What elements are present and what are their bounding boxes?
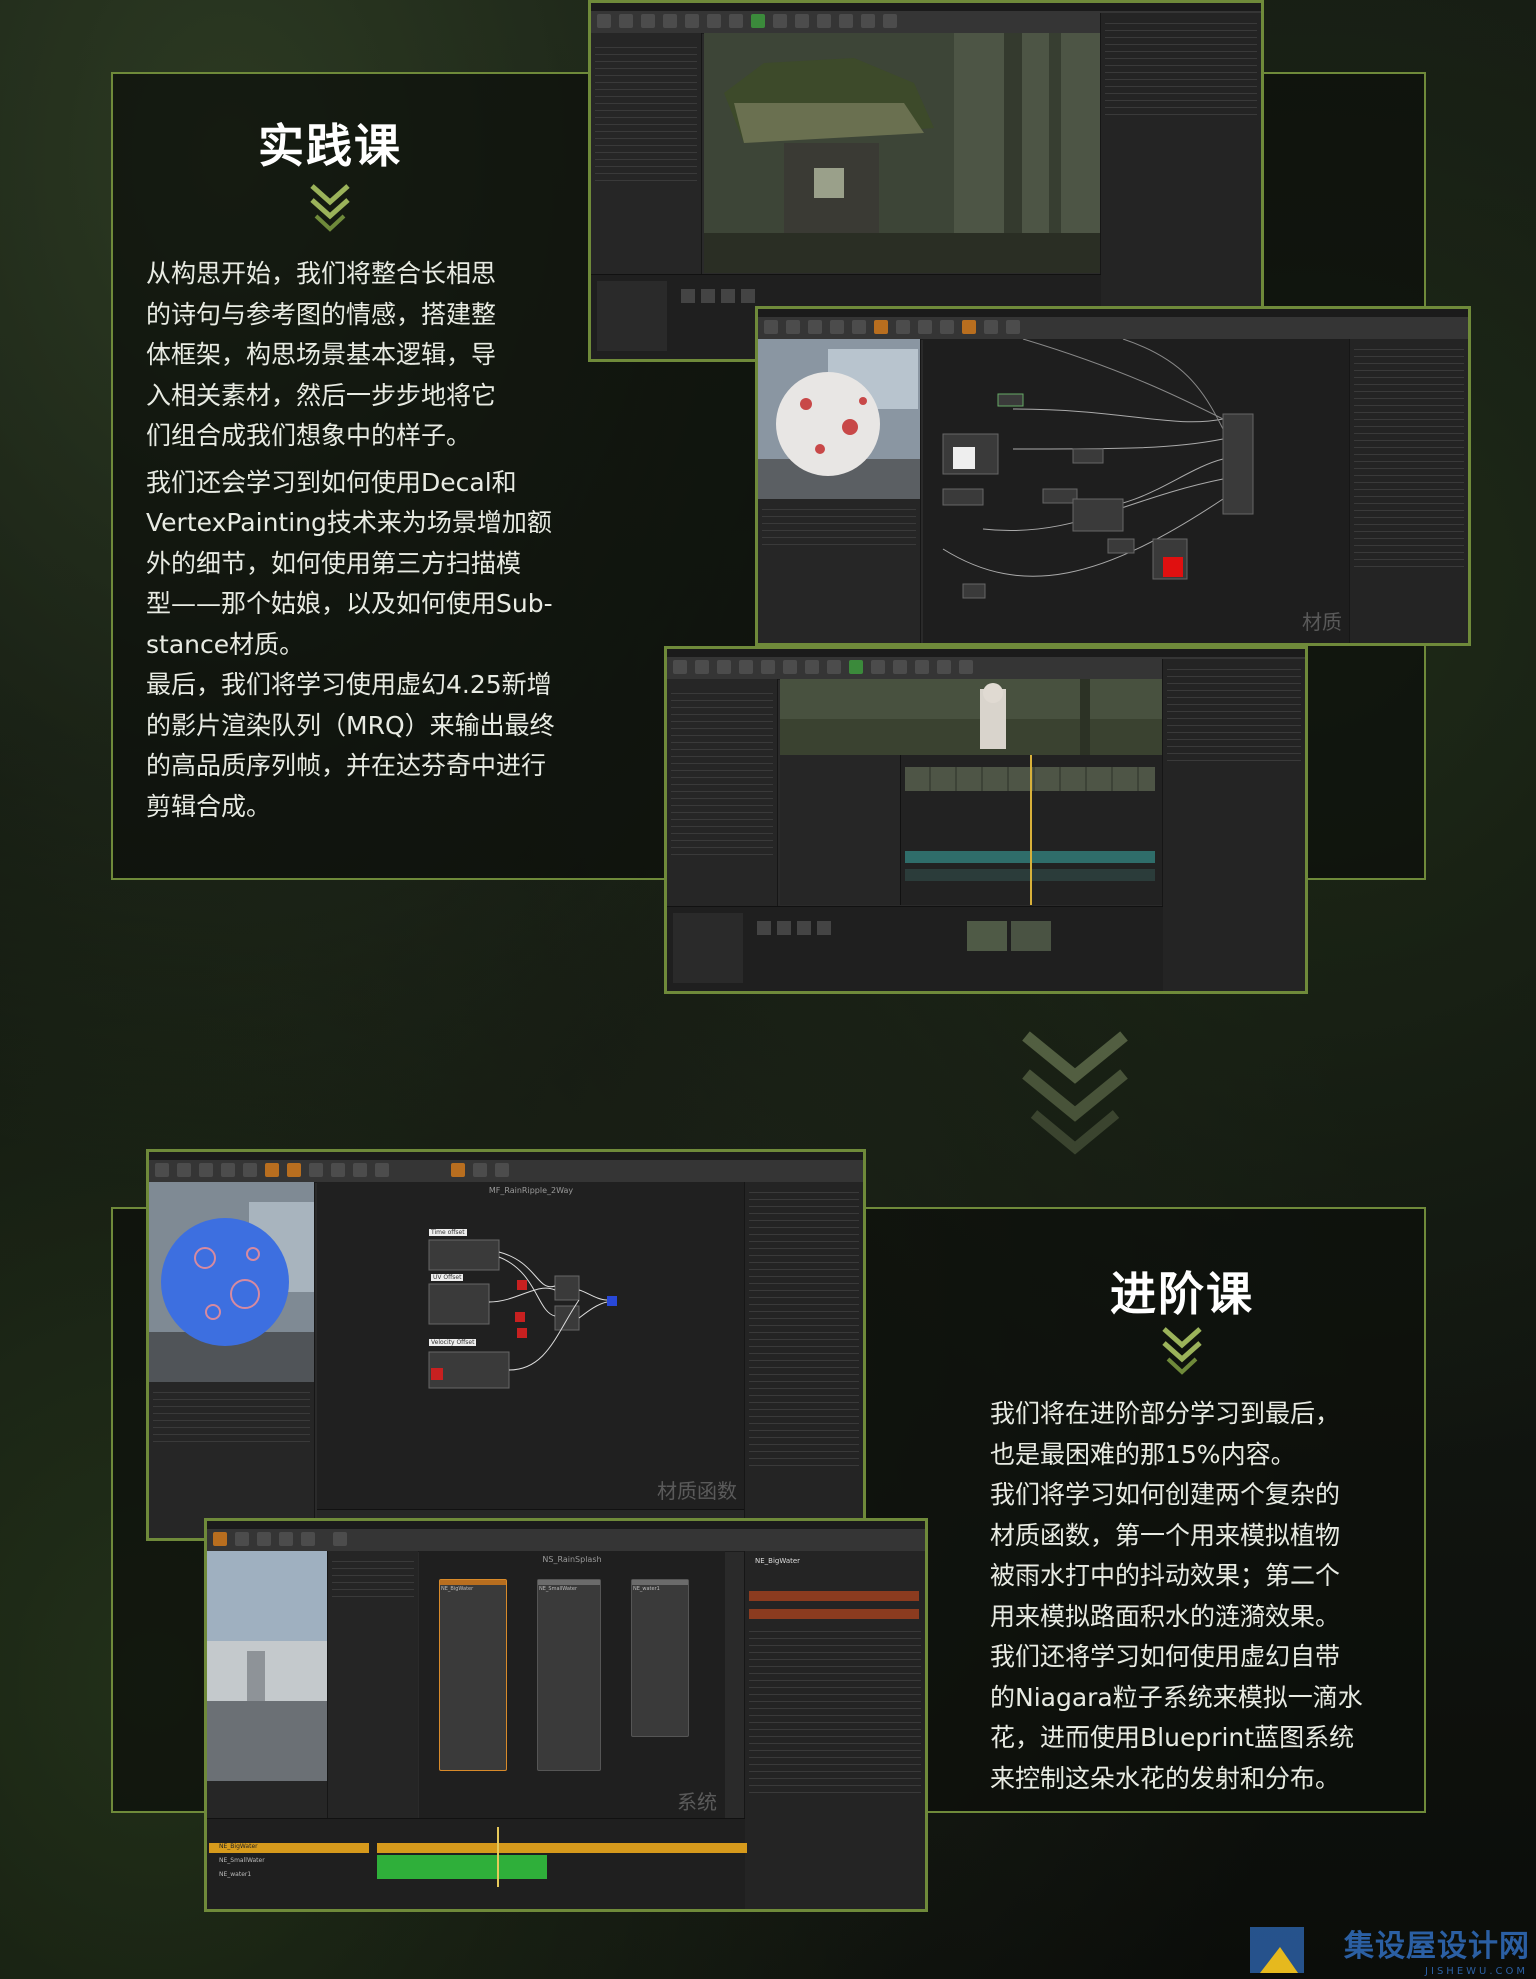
- timeline-track-label: NE_SmallWater: [219, 1857, 265, 1864]
- text-line: 我们将学习如何创建两个复杂的: [990, 1480, 1341, 1509]
- ue-material-function-screenshot: MF_RainRipple_2Way Time offset UV Offset…: [146, 1149, 866, 1541]
- emitter-name: NE_BigWater: [441, 1586, 474, 1592]
- window-titlebar: [149, 1152, 863, 1160]
- sequencer-panel: [780, 755, 1162, 905]
- section-advanced-title: 进阶课: [1110, 1267, 1254, 1321]
- text-line: 材质函数，第一个用来模拟植物: [990, 1520, 1341, 1550]
- text-line: 来控制这朵水花的发射和分布。: [990, 1763, 1341, 1793]
- timeline-track-label: NE_BigWater: [219, 1843, 258, 1850]
- niagara-system-overview: NS_RainSplash NE_BigWater NE_SmallWater …: [419, 1551, 725, 1819]
- paragraph: 我们还将学习如何使用虚幻自带 的Niagara粒子系统来模拟一滴水 花，进而使用…: [990, 1637, 1420, 1799]
- graph-watermark-label: 材质: [1302, 610, 1342, 634]
- emitter-node: NE_SmallWater: [537, 1579, 601, 1771]
- graph-title: NS_RainSplash: [542, 1555, 602, 1564]
- editor-toolbar: [149, 1160, 863, 1183]
- window-titlebar: [207, 1521, 925, 1529]
- emitter-node: NE_BigWater: [439, 1579, 507, 1771]
- timeline-track-label: NE_water1: [219, 1871, 252, 1878]
- text-line: 们组合成我们想象中的样子。: [146, 421, 472, 450]
- material-preview-sphere: [758, 339, 920, 499]
- text-line: 的影片渲染队列（MRQ）来输出最终: [146, 710, 555, 740]
- niagara-preview-viewport: [207, 1551, 327, 1781]
- paragraph: 我们将在进阶部分学习到最后， 也是最困难的那15%内容。: [990, 1394, 1420, 1475]
- niagara-selection-panel: NE_BigWater: [744, 1551, 925, 1909]
- text-line: stance材质。: [146, 629, 305, 659]
- text-line: 我们将在进阶部分学习到最后，: [990, 1399, 1341, 1428]
- text-line: 的Niagara粒子系统来模拟一滴水: [990, 1682, 1363, 1712]
- material-preview-sphere: [149, 1182, 314, 1382]
- paragraph: 从构思开始，我们将整合长相思 的诗句与参考图的情感，搭建整 体框架，构思场景基本…: [146, 254, 596, 457]
- window-titlebar: [758, 309, 1468, 317]
- text-line: 我们还将学习如何使用虚幻自带: [990, 1642, 1341, 1671]
- niagara-params-panel: [328, 1551, 418, 1819]
- text-line: 我们还会学习到如何使用Decal和: [146, 467, 517, 497]
- text-line: 从构思开始，我们将整合长相思: [146, 259, 497, 288]
- text-line: 的诗句与参考图的情感，搭建整: [146, 299, 497, 329]
- emitter-name: NE_SmallWater: [539, 1586, 578, 1592]
- text-line: 最后，我们将学习使用虚幻4.25新增: [146, 670, 552, 699]
- niagara-preview-panel: [207, 1551, 328, 1819]
- text-line: 外的细节，如何使用第三方扫描模: [146, 548, 522, 578]
- section-practice-body: 从构思开始，我们将整合长相思 的诗句与参考图的情感，搭建整 体框架，构思场景基本…: [146, 254, 596, 827]
- text-line: 被雨水打中的抖动效果；第二个: [990, 1561, 1341, 1590]
- graph-watermark-label: 材质函数: [657, 1479, 737, 1503]
- material-preview-panel: [149, 1182, 315, 1538]
- paragraph: 最后，我们将学习使用虚幻4.25新增 的影片渲染队列（MRQ）来输出最终 的高品…: [146, 665, 596, 827]
- material-preview-panel: [758, 339, 921, 643]
- content-browser: [667, 906, 1163, 991]
- text-line: 用来模拟路面积水的涟漪效果。: [990, 1601, 1341, 1631]
- ue-sequencer-screenshot: [664, 646, 1308, 994]
- paragraph: 我们还会学习到如何使用Decal和 VertexPainting技术来为场景增加…: [146, 463, 596, 666]
- chevron-down-icon: [1162, 1327, 1202, 1375]
- niagara-timeline: NE_BigWater NE_SmallWater NE_water1: [207, 1818, 747, 1909]
- text-line: 剪辑合成。: [146, 791, 272, 821]
- text-line: 体框架，构思场景基本逻辑，导: [146, 340, 497, 369]
- panel-title: NE_BigWater: [755, 1557, 801, 1565]
- window-titlebar: [667, 649, 1305, 657]
- chevron-down-icon: [310, 184, 350, 232]
- editor-toolbar: [758, 317, 1468, 340]
- jishewu-logo-icon: [1250, 1927, 1304, 1973]
- watermark-brand: 集设屋设计网: [1344, 1929, 1530, 1964]
- lantern-render: [704, 33, 1104, 273]
- text-line: VertexPainting技术来为场景增加额: [146, 508, 552, 537]
- section-advanced-body: 我们将在进阶部分学习到最后， 也是最困难的那15%内容。 我们将学习如何创建两个…: [990, 1394, 1420, 1799]
- material-palette: [744, 1182, 863, 1538]
- text-line: 的高品质序列帧，并在达芬奇中进行: [146, 751, 547, 780]
- text-line: 型——那个姑娘，以及如何使用Sub-: [146, 589, 553, 618]
- window-titlebar: [591, 3, 1261, 11]
- emitter-name: NE_water1: [633, 1586, 660, 1592]
- paragraph: 我们将学习如何创建两个复杂的 材质函数，第一个用来模拟植物 被雨水打中的抖动效果…: [990, 1475, 1420, 1637]
- modes-panel: [667, 679, 778, 907]
- text-line: 花，进而使用Blueprint蓝图系统: [990, 1723, 1355, 1752]
- ue-material-editor-screenshot: 材质: [755, 306, 1471, 646]
- text-line: 入相关素材，然后一步步地将它: [146, 380, 497, 410]
- chevron-down-icon: [1022, 1031, 1128, 1155]
- material-graph: 材质: [923, 339, 1350, 643]
- modes-panel: [591, 33, 702, 275]
- editor-toolbar: [207, 1529, 925, 1552]
- world-outliner: [1162, 659, 1305, 991]
- viewport: [780, 679, 1162, 755]
- section-practice-title: 实践课: [258, 119, 402, 173]
- watermark-url: JISHEWU.COM: [1425, 1966, 1528, 1977]
- ue-niagara-system-screenshot: NS_RainSplash NE_BigWater NE_SmallWater …: [204, 1518, 928, 1912]
- text-line: 也是最困难的那15%内容。: [990, 1439, 1296, 1469]
- material-function-graph: MF_RainRipple_2Way Time offset UV Offset…: [317, 1182, 745, 1538]
- material-palette: [1349, 339, 1468, 643]
- graph-watermark-label: 系统: [677, 1790, 717, 1814]
- emitter-node: NE_water1: [631, 1579, 689, 1737]
- viewport: [704, 33, 1104, 273]
